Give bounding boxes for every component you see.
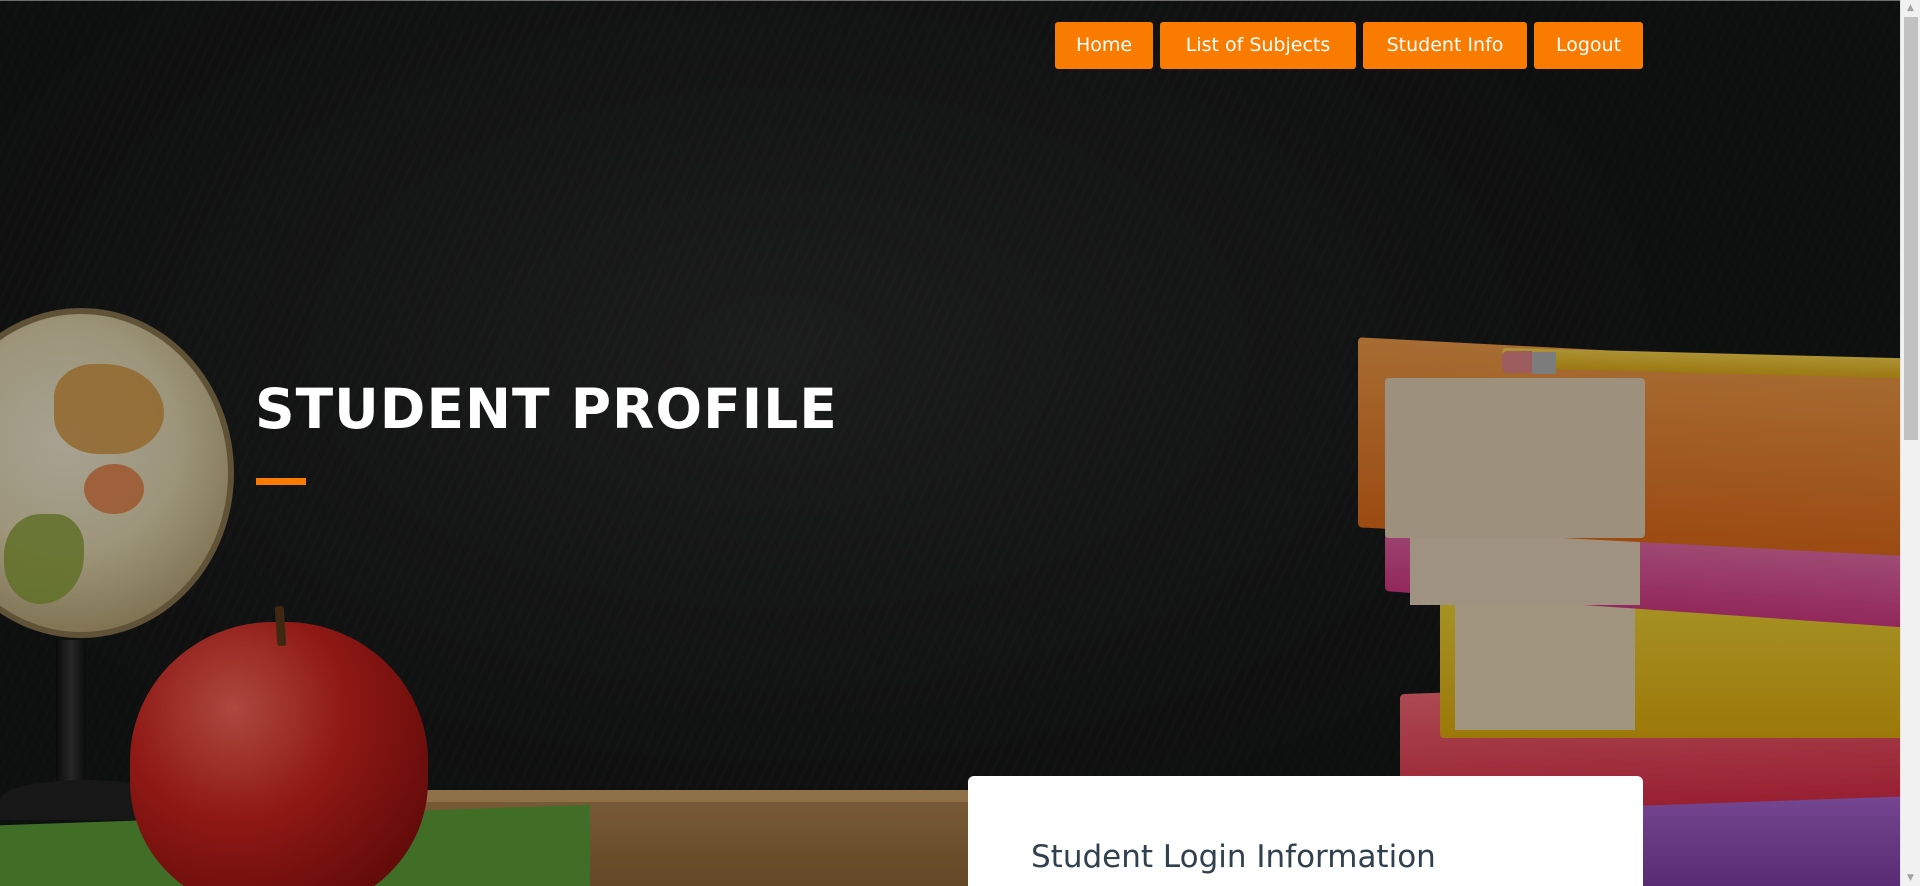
nav-home-button[interactable]: Home	[1055, 22, 1153, 69]
vertical-scrollbar[interactable]: ▲ ▼	[1900, 0, 1920, 886]
nav-subjects-button[interactable]: List of Subjects	[1160, 22, 1356, 69]
title-underline	[256, 478, 306, 485]
triangle-up-icon[interactable]: ▲	[1901, 0, 1920, 16]
book-orange-pages	[1385, 378, 1645, 538]
apple-image	[130, 622, 428, 886]
scrollbar-thumb[interactable]	[1904, 17, 1918, 440]
login-info-card: Student Login Information	[968, 776, 1643, 886]
globe-image	[0, 308, 234, 638]
window-top-border	[0, 0, 1920, 1]
desk-top	[420, 790, 980, 802]
page-title: STUDENT PROFILE	[255, 377, 838, 441]
triangle-down-icon[interactable]: ▼	[1901, 870, 1920, 886]
nav-student-info-button[interactable]: Student Info	[1363, 22, 1527, 69]
nav-logout-button[interactable]: Logout	[1534, 22, 1643, 69]
pencil-band	[1532, 352, 1556, 374]
card-title: Student Login Information	[1031, 839, 1436, 875]
book-yellow-pages	[1455, 590, 1635, 730]
pencil-eraser	[1502, 351, 1532, 373]
main-nav: Home List of Subjects Student Info Logou…	[1055, 22, 1643, 69]
apple-stem	[274, 605, 287, 647]
hero-background	[0, 0, 1900, 886]
